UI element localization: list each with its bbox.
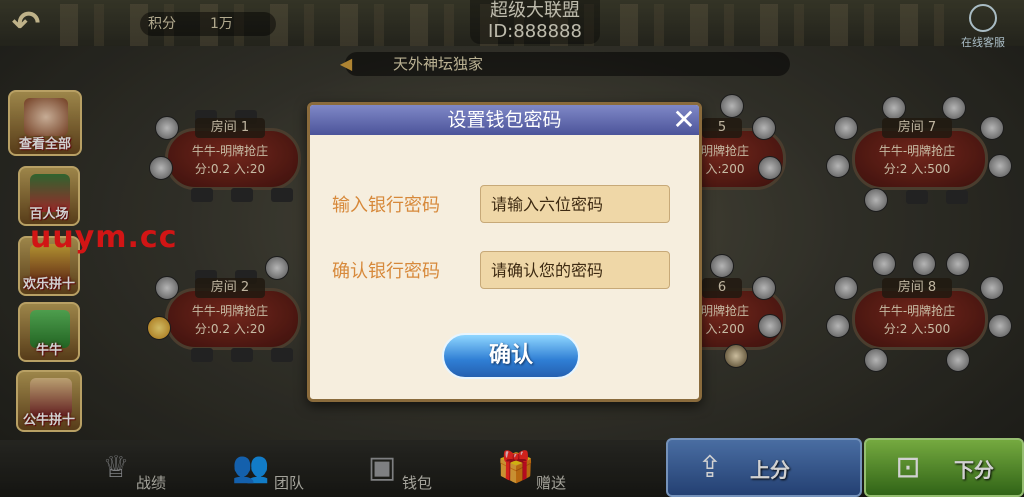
- set-wallet-password-dialog: 设置钱包密码 ✕ 输入银行密码 请输入六位密码 确认银行密码 请确认您的密码 确…: [307, 102, 702, 402]
- confirm-password-input[interactable]: 请确认您的密码: [480, 251, 670, 289]
- confirm-password-row: 确认银行密码 请确认您的密码: [328, 251, 678, 291]
- bank-password-input[interactable]: 请输入六位密码: [480, 185, 670, 223]
- confirm-password-label: 确认银行密码: [332, 261, 440, 282]
- bank-password-label: 输入银行密码: [332, 195, 440, 216]
- confirm-button[interactable]: 确认: [442, 333, 580, 379]
- dialog-title: 设置钱包密码: [447, 109, 562, 131]
- bank-password-row: 输入银行密码 请输入六位密码: [328, 185, 678, 225]
- dialog-header: 设置钱包密码 ✕: [310, 105, 699, 135]
- close-icon[interactable]: ✕: [670, 105, 698, 135]
